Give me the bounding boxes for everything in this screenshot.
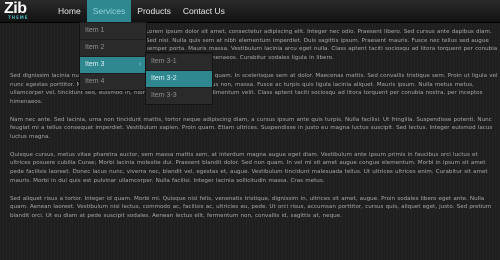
item-3-submenu: Item 3-1 Item 3-2 Item 3-3 [145, 52, 213, 105]
services-dropdown-menu: Item 1 Item 2 Item 3 › Item 4 [79, 22, 147, 91]
site-logo[interactable]: Zib THEME [4, 0, 48, 21]
nav-item-products[interactable]: Products [131, 0, 177, 22]
nav-item-services[interactable]: Services [86, 0, 132, 22]
dropdown-item-2[interactable]: Item 2 [80, 39, 146, 56]
submenu-arrow-icon: › [138, 61, 141, 68]
dropdown-item-label: Item 2 [85, 44, 105, 51]
submenu-item-label: Item 3-2 [151, 75, 177, 82]
logo-subtitle: THEME [8, 15, 29, 20]
submenu-item-3-2[interactable]: Item 3-2 [146, 70, 212, 87]
submenu-item-3-3[interactable]: Item 3-3 [146, 87, 212, 104]
content-paragraph: Sed aliquet risus a tortor. Integer id q… [10, 195, 492, 219]
dropdown-item-label: Item 1 [85, 27, 105, 34]
dropdown-item-3[interactable]: Item 3 › [80, 56, 146, 73]
content-paragraph: Quisque cursus, metus vitae pharetra auc… [10, 151, 488, 184]
submenu-item-label: Item 3-1 [151, 58, 177, 65]
dropdown-item-1[interactable]: Item 1 [80, 22, 146, 39]
nav-item-contact-us[interactable]: Contact Us [177, 0, 231, 22]
dropdown-item-4[interactable]: Item 4 [80, 73, 146, 90]
dropdown-item-label: Item 4 [85, 78, 105, 85]
main-nav: Home Services Products Contact Us [52, 0, 231, 22]
header-bar: Zib THEME Home Services Products Contact… [0, 0, 500, 23]
nav-item-home[interactable]: Home [52, 0, 87, 22]
content-paragraph: Nam nec ante. Sed lacinia, urna non tinc… [10, 116, 493, 141]
dropdown-item-label: Item 3 [85, 61, 105, 68]
submenu-item-label: Item 3-3 [151, 92, 177, 99]
submenu-item-3-1[interactable]: Item 3-1 [146, 53, 212, 70]
